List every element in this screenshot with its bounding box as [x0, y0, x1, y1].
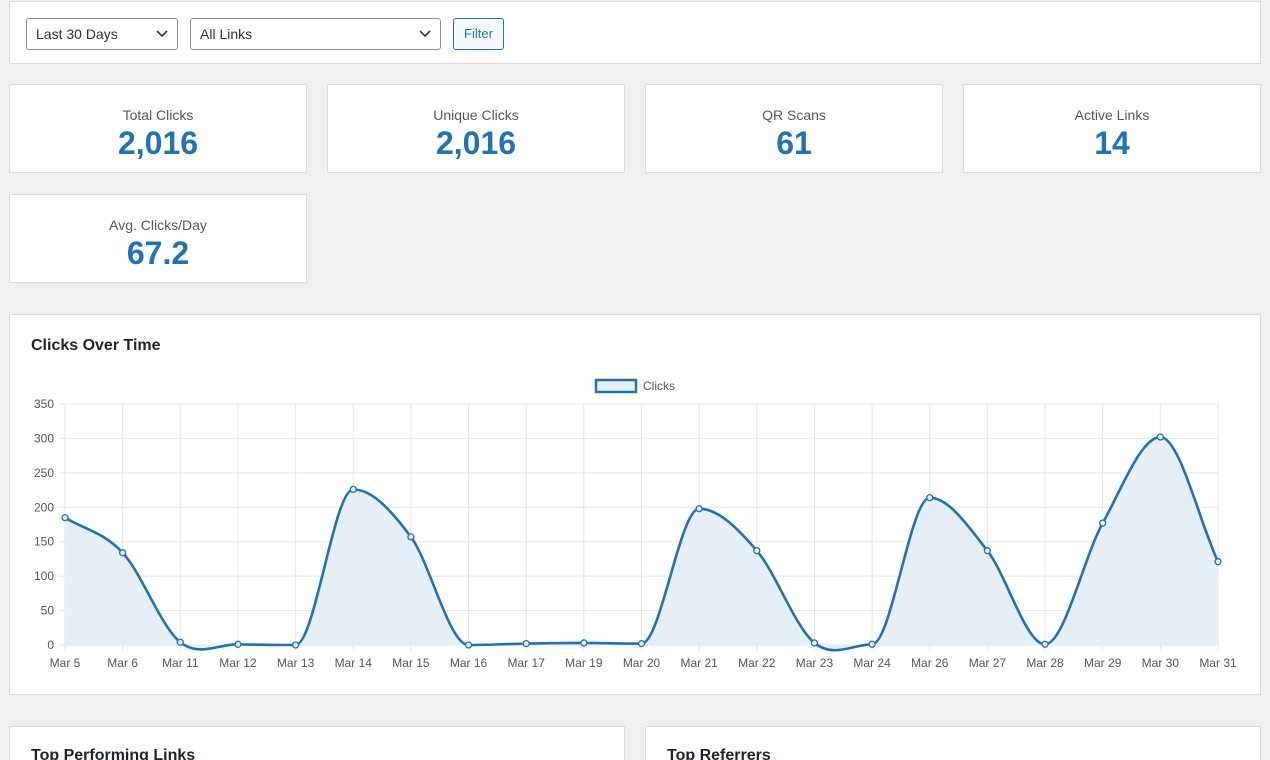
top-referrers-panel: Top Referrers [645, 726, 1261, 760]
data-point [349, 485, 357, 494]
y-tick-label: 150 [34, 535, 54, 549]
data-point [753, 547, 761, 555]
clicks-line-chart: 0 50 100 150 200 250 300 350 Mar 5 Mar 6 Mar 11 Mar… [34, 378, 1237, 670]
links-select-value: All Links [200, 26, 253, 42]
y-tick-label: 50 [41, 604, 55, 618]
legend-label: Clicks [643, 379, 675, 393]
filter-button[interactable]: Filter [453, 18, 504, 50]
x-tick-label: Mar 28 [1026, 656, 1064, 670]
section-title: Top Referrers [667, 747, 771, 760]
x-tick-label: Mar 17 [508, 656, 546, 670]
data-point [522, 639, 530, 648]
x-tick-label: Mar 26 [911, 656, 949, 670]
data-point [119, 549, 127, 557]
x-tick-label: Mar 6 [107, 656, 138, 670]
section-title: Top Performing Links [31, 747, 196, 760]
stat-label: Unique Clicks [433, 107, 519, 123]
x-tick-label: Mar 22 [738, 656, 776, 670]
top-performing-links-panel: Top Performing Links [9, 726, 625, 760]
chevron-down-icon [156, 30, 168, 38]
x-tick-label: Mar 14 [335, 656, 373, 670]
data-point [868, 640, 876, 648]
data-point [983, 547, 992, 555]
data-point [926, 493, 934, 502]
filter-bar: Last 30 Days All Links Filter [9, 1, 1261, 64]
x-tick-label: Mar 13 [277, 656, 315, 670]
x-tick-label: Mar 21 [680, 656, 718, 670]
x-tick-label: Mar 15 [392, 656, 430, 670]
x-tick-label: Mar 11 [162, 656, 199, 670]
data-point [580, 639, 588, 647]
data-point [1041, 640, 1049, 648]
clicks-chart-panel: Clicks Over Time 0 50 100 150 200 250 300 350 Ma… [9, 314, 1261, 695]
y-tick-label: 350 [34, 397, 54, 411]
date-range-value: Last 30 Days [36, 26, 118, 42]
stat-label: Total Clicks [122, 107, 194, 123]
stat-card-active-links: Active Links 14 [963, 84, 1261, 173]
legend-swatch [594, 378, 638, 394]
stat-card-total-clicks: Total Clicks 2,016 [9, 84, 307, 173]
data-point [1156, 433, 1164, 441]
data-point [234, 640, 242, 648]
x-tick-label: Mar 19 [565, 656, 603, 670]
data-point [637, 639, 646, 648]
links-select[interactable]: All Links [190, 18, 441, 50]
stat-label: Avg. Clicks/Day [109, 217, 207, 233]
x-tick-label: Mar 31 [1199, 656, 1237, 670]
x-tick-label: Mar 16 [450, 656, 488, 670]
x-tick-label: Mar 30 [1142, 656, 1180, 670]
data-point [695, 505, 703, 513]
y-tick-label: 200 [34, 500, 54, 514]
stat-value: 61 [776, 125, 812, 161]
stat-label: QR Scans [762, 107, 826, 123]
stat-value: 14 [1094, 125, 1130, 161]
stat-card-unique-clicks: Unique Clicks 2,016 [327, 84, 625, 173]
data-point [464, 641, 473, 649]
x-tick-label: Mar 29 [1084, 656, 1122, 670]
data-point [1099, 519, 1107, 527]
data-point [407, 533, 415, 541]
data-point [291, 641, 300, 649]
stat-card-avg-clicks-day: Avg. Clicks/Day 67.2 [9, 194, 307, 283]
x-tick-label: Mar 12 [219, 656, 257, 670]
x-tick-label: Mar 5 [50, 656, 81, 670]
x-tick-label: Mar 23 [796, 656, 834, 670]
x-tick-label: Mar 27 [969, 656, 1007, 670]
x-tick-label: Mar 20 [623, 656, 661, 670]
stat-label: Active Links [1074, 107, 1150, 123]
stat-value: 67.2 [126, 235, 190, 271]
chevron-down-icon [419, 30, 431, 38]
stat-value: 2,016 [435, 125, 517, 161]
data-point [176, 638, 184, 646]
data-point [1214, 558, 1222, 566]
y-tick-label: 0 [47, 638, 54, 652]
date-range-select[interactable]: Last 30 Days [26, 18, 178, 50]
data-point [61, 513, 69, 522]
stat-value: 2,016 [117, 125, 199, 161]
x-tick-label: Mar 24 [853, 656, 891, 670]
data-point [810, 639, 819, 647]
y-tick-label: 100 [34, 569, 54, 583]
y-tick-label: 250 [34, 466, 54, 480]
stat-card-qr-scans: QR Scans 61 [645, 84, 943, 173]
y-tick-label: 300 [34, 431, 54, 445]
